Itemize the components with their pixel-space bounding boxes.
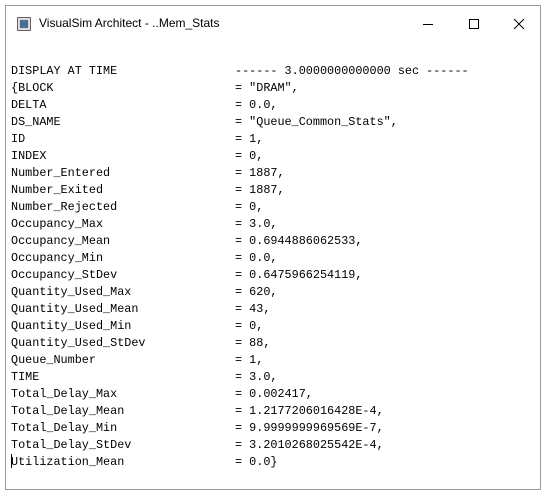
stats-line: Quantity_Used_StDev = 88,	[11, 335, 531, 352]
stats-key: Total_Delay_StDev	[11, 438, 132, 452]
stats-value: = 0.0,	[235, 98, 278, 112]
stats-line: Total_Delay_Min = 9.9999999969569E-7,	[11, 420, 531, 437]
stats-value: = 0.0,	[235, 251, 278, 265]
stats-line: {BLOCK = "DRAM",	[11, 80, 531, 97]
stats-key: Quantity_Used_Max	[11, 285, 132, 299]
maximize-icon	[469, 19, 479, 29]
stats-key: Utilization_Mean	[11, 455, 125, 469]
stats-line: Number_Exited = 1887,	[11, 182, 531, 199]
stats-key: Quantity_Used_Mean	[11, 302, 139, 316]
stats-text-area[interactable]: DISPLAY AT TIME ------ 3.0000000000000 se…	[11, 63, 531, 483]
stats-key: Quantity_Used_Min	[11, 319, 132, 333]
stats-value: = 620,	[235, 285, 278, 299]
stats-value: = 0.0}	[235, 455, 278, 469]
stats-line: INDEX = 0,	[11, 148, 531, 165]
stats-line: Quantity_Used_Max = 620,	[11, 284, 531, 301]
stats-value: = 88,	[235, 336, 271, 350]
stats-line: Occupancy_Min = 0.0,	[11, 250, 531, 267]
stats-key: Quantity_Used_StDev	[11, 336, 146, 350]
stats-line: Number_Entered = 1887,	[11, 165, 531, 182]
stats-value: = 0.6944886062533,	[235, 234, 363, 248]
stats-value: = 43,	[235, 302, 271, 316]
stats-key: Occupancy_Max	[11, 217, 104, 231]
stats-value: = 9.9999999969569E-7,	[235, 421, 384, 435]
stats-value: = 0.6475966254119,	[235, 268, 363, 282]
stats-key: DS_NAME	[11, 115, 61, 129]
stats-value: = 0,	[235, 319, 264, 333]
title-bar[interactable]: VisualSim Architect - ..Mem_Stats	[6, 6, 540, 42]
app-window: VisualSim Architect - ..Mem_Stats DISPLA…	[5, 5, 541, 490]
stats-key: TIME	[11, 370, 40, 384]
stats-line: Total_Delay_Mean = 1.2177206016428E-4,	[11, 403, 531, 420]
stats-line: DELTA = 0.0,	[11, 97, 531, 114]
stats-line: Occupancy_StDev = 0.6475966254119,	[11, 267, 531, 284]
close-button[interactable]	[496, 6, 542, 42]
stats-key: Occupancy_Mean	[11, 234, 111, 248]
stats-key: Total_Delay_Min	[11, 421, 118, 435]
stats-line: Number_Rejected = 0,	[11, 199, 531, 216]
minimize-icon	[423, 24, 433, 25]
close-icon	[513, 18, 525, 30]
stats-key: INDEX	[11, 149, 47, 163]
stats-value: = 0.002417,	[235, 387, 313, 401]
maximize-button[interactable]	[451, 6, 497, 42]
stats-value: = 1,	[235, 353, 264, 367]
stats-value: = 0,	[235, 149, 264, 163]
stats-key: Total_Delay_Max	[11, 387, 118, 401]
stats-value: = 1,	[235, 132, 264, 146]
stats-line: DS_NAME = "Queue_Common_Stats",	[11, 114, 531, 131]
stats-value: = 1887,	[235, 183, 285, 197]
stats-value: = 3.0,	[235, 370, 278, 384]
stats-key: Occupancy_StDev	[11, 268, 118, 282]
stats-line: Occupancy_Max = 3.0,	[11, 216, 531, 233]
stats-line: ID = 1,	[11, 131, 531, 148]
stats-key: Queue_Number	[11, 353, 96, 367]
stats-value: = 3.2010268025542E-4,	[235, 438, 384, 452]
stats-key: DELTA	[11, 98, 47, 112]
stats-key: {BLOCK	[11, 81, 54, 95]
stats-value: = 3.0,	[235, 217, 278, 231]
stats-key: Number_Entered	[11, 166, 111, 180]
stats-line: Queue_Number = 1,	[11, 352, 531, 369]
stats-line: Occupancy_Mean = 0.6944886062533,	[11, 233, 531, 250]
stats-key: ID	[11, 132, 26, 146]
stats-key: DISPLAY AT TIME	[11, 64, 118, 78]
minimize-button[interactable]	[405, 6, 451, 42]
stats-value: = "Queue_Common_Stats",	[235, 115, 398, 129]
stats-value: = 1887,	[235, 166, 285, 180]
visualsim-app-icon	[17, 17, 31, 31]
window-title: VisualSim Architect - ..Mem_Stats	[39, 16, 220, 30]
stats-line: Utilization_Mean = 0.0}	[11, 454, 531, 471]
stats-line: Total_Delay_Max = 0.002417,	[11, 386, 531, 403]
stats-key: Total_Delay_Mean	[11, 404, 125, 418]
stats-value: = "DRAM",	[235, 81, 299, 95]
stats-line: Quantity_Used_Mean = 43,	[11, 301, 531, 318]
stats-line: Quantity_Used_Min = 0,	[11, 318, 531, 335]
stats-line: TIME = 3.0,	[11, 369, 531, 386]
stats-line: Total_Delay_StDev = 3.2010268025542E-4,	[11, 437, 531, 454]
stats-line: DISPLAY AT TIME ------ 3.0000000000000 se…	[11, 63, 531, 80]
stats-key: Number_Exited	[11, 183, 104, 197]
stats-value: = 0,	[235, 200, 264, 214]
stats-value: = 1.2177206016428E-4,	[235, 404, 384, 418]
stats-value: ------ 3.0000000000000 sec ------	[235, 64, 469, 78]
stats-key: Number_Rejected	[11, 200, 118, 214]
stats-key: Occupancy_Min	[11, 251, 104, 265]
